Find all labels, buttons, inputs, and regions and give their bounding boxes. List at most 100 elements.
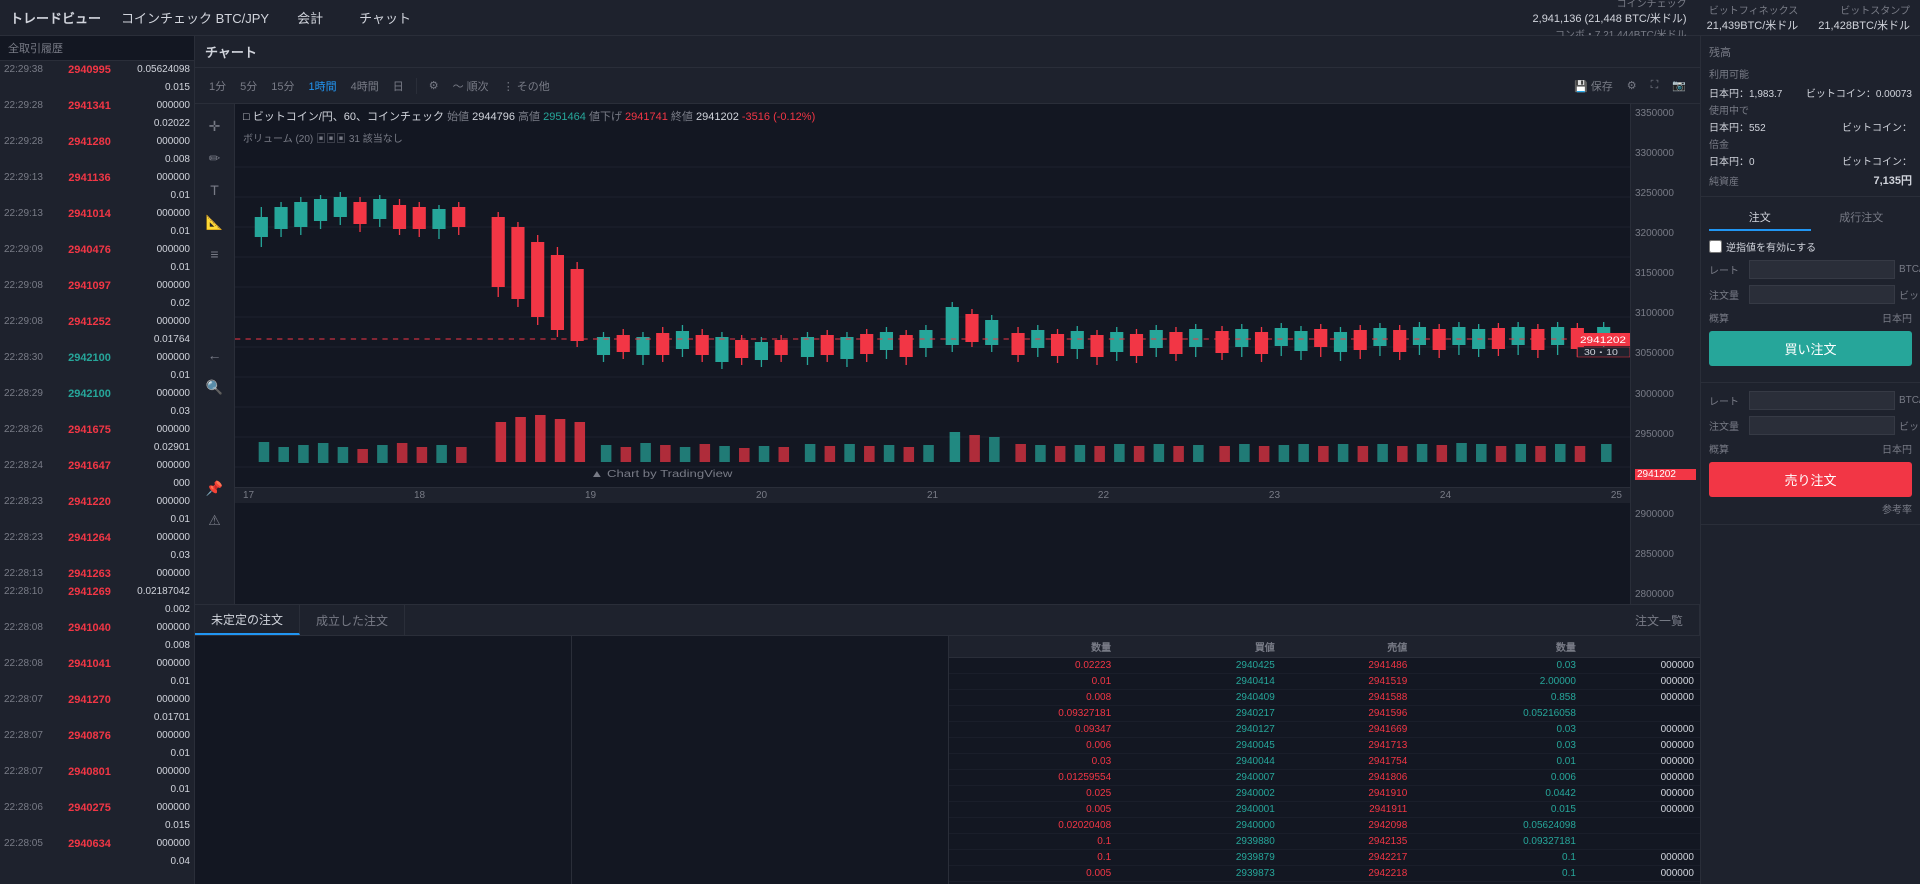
- bitstamp-price: ビットスタンプ 21,428BTC/米ドル: [1818, 2, 1910, 33]
- bottom-panel: 未定定の注文 成立した注文 注文一覧 数量: [195, 604, 1700, 884]
- inuse-jpy: 日本円：552: [1709, 119, 1766, 134]
- toolbar-sequence[interactable]: 〜 順次: [447, 75, 495, 97]
- svg-text:2941202: 2941202: [1580, 335, 1626, 345]
- order-table-row: 0.008 2940409 2941588 0.858 000000: [949, 690, 1701, 706]
- trade-amount: 0.02187042: [120, 586, 190, 597]
- tab-limit-order[interactable]: 注文: [1709, 205, 1811, 231]
- nav-chat[interactable]: チャット: [351, 4, 419, 31]
- tool-alert[interactable]: ⚠: [201, 507, 229, 535]
- toolbar-1min[interactable]: 1分: [203, 75, 232, 97]
- trade-row: 22:28:06 2940275 000000: [0, 799, 194, 817]
- order-table-row: 0.02020408 2940000 2942098 0.05624098: [949, 818, 1701, 834]
- trade-price: 2940634: [68, 838, 111, 850]
- trade-row: 0.008: [0, 637, 194, 655]
- toolbar-indicators[interactable]: ⚙: [423, 76, 445, 95]
- trade-row: 22:28:30 2942100 000000: [0, 349, 194, 367]
- trade-amount: 0.008: [120, 640, 190, 651]
- tool-measure[interactable]: 📐: [201, 208, 229, 236]
- toolbar-5min[interactable]: 5分: [234, 75, 263, 97]
- trade-row: 0.008: [0, 151, 194, 169]
- tab-order-list[interactable]: 注文一覧: [1619, 605, 1700, 635]
- trade-row: 0.01: [0, 367, 194, 385]
- trade-amount: 000000: [120, 568, 190, 579]
- available-btc: ビットコイン：0.00073: [1806, 85, 1912, 100]
- sell-estimate-row: 概算 日本円: [1709, 441, 1912, 456]
- tool-pin[interactable]: 📌: [201, 475, 229, 503]
- trade-amount: 000000: [120, 316, 190, 327]
- tool-crosshair[interactable]: ✛: [201, 112, 229, 140]
- buy-button[interactable]: 買い注文: [1709, 331, 1912, 366]
- trade-time: 22:28:23: [4, 496, 59, 507]
- order-table-row: 0.005 2939873 2942218 0.1 000000: [949, 866, 1701, 882]
- trade-amount: 0.015: [120, 82, 190, 93]
- tool-ruler[interactable]: ≡: [201, 240, 229, 268]
- top-header: トレードビュー コインチェック BTC/JPY 会計 チャット コインチェック …: [0, 0, 1920, 36]
- sell-qty-input[interactable]: [1749, 416, 1895, 435]
- toolbar-fullscreen[interactable]: ⛶: [1645, 76, 1665, 95]
- trade-row: 0.015: [0, 817, 194, 835]
- margin-label: 倍金: [1709, 136, 1729, 151]
- toolbar-day[interactable]: 日: [387, 75, 410, 97]
- inuse-btc: ビットコイン：: [1842, 119, 1912, 134]
- reverse-price-checkbox[interactable]: [1709, 240, 1722, 253]
- ref-link[interactable]: 参考率: [1709, 501, 1912, 516]
- sell-button[interactable]: 売り注文: [1709, 462, 1912, 497]
- tab-market-order[interactable]: 成行注文: [1811, 205, 1913, 231]
- trade-row: 0.01: [0, 745, 194, 763]
- toolbar-1h[interactable]: 1時間: [303, 75, 343, 97]
- order-table: 数量 買値 売値 数量 0.02223 2940425 2: [949, 636, 1701, 884]
- trade-time: 22:28:07: [4, 694, 59, 705]
- tool-text[interactable]: T: [201, 176, 229, 204]
- left-panel: 全取引履歴 22:29:38 2940995 0.05624098 0.015 …: [0, 36, 195, 884]
- trade-amount: 000000: [120, 658, 190, 669]
- trade-time: 22:29:28: [4, 100, 59, 111]
- trade-row: 22:28:07 2941270 000000: [0, 691, 194, 709]
- tool-zoom[interactable]: 🔍: [201, 373, 229, 401]
- tab-completed-orders[interactable]: 成立した注文: [300, 605, 405, 635]
- trade-amount: 000: [120, 478, 190, 489]
- reverse-price-label: 逆指値を有効にする: [1726, 239, 1816, 254]
- toolbar-4h[interactable]: 4時間: [345, 75, 385, 97]
- tool-back[interactable]: ←: [201, 341, 229, 369]
- qty-unit: ビットコイン: [1899, 287, 1920, 302]
- trade-row: 0.01: [0, 511, 194, 529]
- toolbar-others[interactable]: ⋮ その他: [497, 75, 556, 97]
- toolbar-screenshot[interactable]: 📷: [1666, 76, 1692, 95]
- toolbar-save[interactable]: 💾 保存: [1568, 75, 1619, 97]
- qty-input[interactable]: [1749, 285, 1895, 304]
- trade-amount: 000000: [120, 532, 190, 543]
- order-table-row: 0.01259554 2940007 2941806 0.006 000000: [949, 770, 1701, 786]
- col-flag: [1117, 636, 1148, 658]
- tab-pending-orders[interactable]: 未定定の注文: [195, 605, 300, 635]
- trade-time: 22:28:08: [4, 658, 59, 669]
- nav-kaikei[interactable]: 会計: [289, 4, 331, 31]
- trade-amount: 0.01: [120, 262, 190, 273]
- sell-rate-input[interactable]: [1749, 391, 1895, 410]
- trade-price: 2941647: [68, 460, 111, 472]
- order-table-row: 0.09327181 2940217 2941596 0.05216058: [949, 706, 1701, 722]
- sell-estimate-unit: 日本円: [1882, 441, 1912, 456]
- trade-time: 22:29:38: [4, 64, 59, 75]
- trade-row: 22:29:28 2941341 000000: [0, 97, 194, 115]
- buy-order-form: 注文 成行注文 逆指値を有効にする レート BTC/JPY 注文量 ビットコイン…: [1701, 197, 1920, 383]
- trade-price: 2940801: [68, 766, 111, 778]
- col-bid-qty: 数量: [1413, 636, 1582, 658]
- toolbar-settings[interactable]: ⚙: [1621, 76, 1643, 95]
- toolbar-15min[interactable]: 15分: [265, 75, 300, 97]
- rate-input[interactable]: [1749, 260, 1895, 279]
- trade-list: 22:29:38 2940995 0.05624098 0.015 22:29:…: [0, 61, 194, 884]
- trade-time: 22:29:13: [4, 208, 59, 219]
- trade-row: 000: [0, 475, 194, 493]
- trade-row: 0.01: [0, 259, 194, 277]
- trade-price: 2941675: [68, 424, 111, 436]
- tool-pencil[interactable]: ✏: [201, 144, 229, 172]
- svg-text:▲ Chart by TradingView: ▲ Chart by TradingView: [590, 468, 733, 479]
- trade-price: 2940876: [68, 730, 111, 742]
- order-table-row: 0.1 2939879 2942217 0.1 000000: [949, 850, 1701, 866]
- orders-overview[interactable]: 数量 買値 売値 数量 0.02223 2940425 2: [949, 636, 1701, 884]
- qty-label: 注文量: [1709, 287, 1749, 302]
- trade-amount: 000000: [120, 244, 190, 255]
- sell-qty-unit: ビットコイン: [1899, 418, 1920, 433]
- trade-amount: 000000: [120, 388, 190, 399]
- sell-rate-unit: BTC/JPY: [1899, 395, 1920, 406]
